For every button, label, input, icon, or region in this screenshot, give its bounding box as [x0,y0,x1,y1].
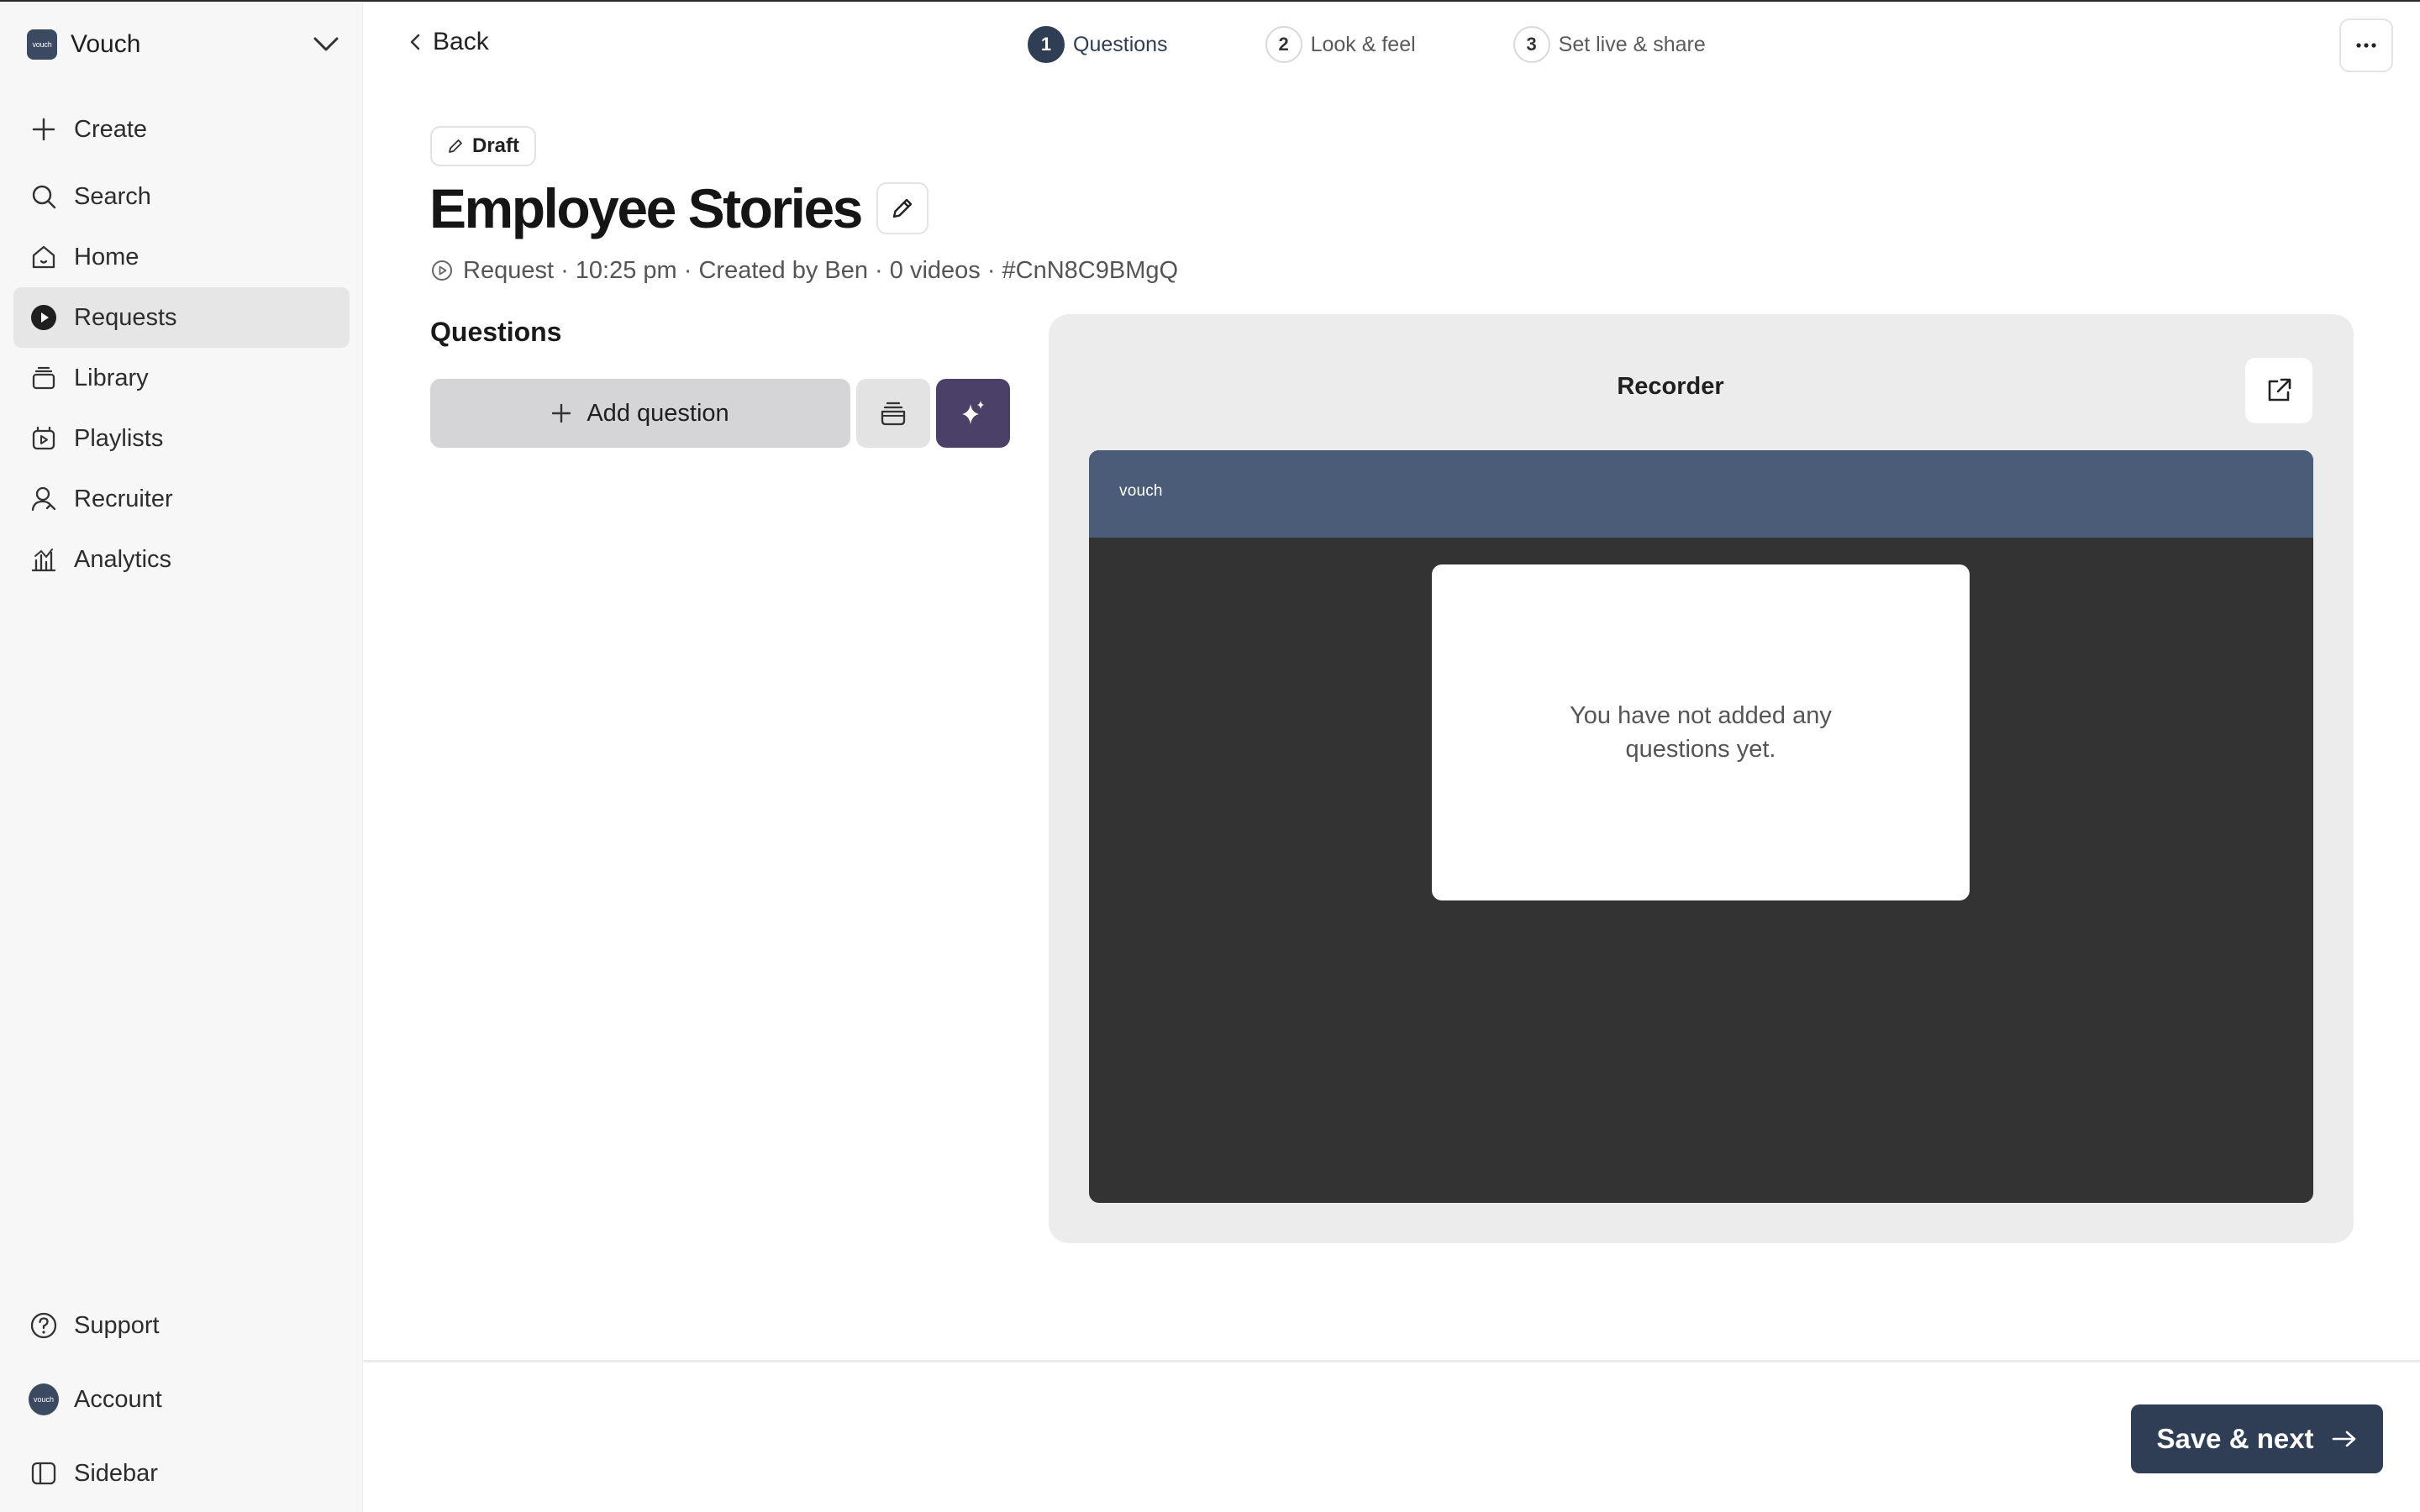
preview-title: Recorder [1617,373,1724,400]
title-row: Employee Stories [429,175,929,242]
sidebar-nav: Create Search Home Requests Library Play… [13,99,350,590]
sidebar-item-label: Playlists [74,424,164,452]
status-badge: Draft [430,126,537,166]
open-preview-button[interactable] [2245,358,2312,423]
status-badge-label: Draft [472,134,520,157]
recorder-brand-logo: vouch [1119,482,1163,500]
request-meta-text: Request · 10:25 pm · Created by Ben · 0 … [463,256,1179,284]
play-circle-icon [432,260,452,281]
sidebar-item-create[interactable]: Create [13,99,350,160]
back-label: Back [433,28,489,55]
recorder-preview-panel: Recorder vouch You have not added any qu… [1049,314,2354,1243]
pencil-icon [892,198,913,218]
empty-questions-card: You have not added any questions yet. [1432,564,1970,900]
step-number: 1 [1028,26,1065,63]
plus-icon [29,114,59,144]
workspace-logo: vouch [27,29,57,60]
sidebar-item-support[interactable]: Support [13,1292,350,1359]
sidebar-item-search[interactable]: Search [13,166,350,227]
workspace-name: Vouch [71,30,141,58]
save-next-button[interactable]: Save & next [2131,1404,2383,1473]
main-content: Back 1 Questions 2 Look & feel 3 Set liv… [364,2,2420,1512]
play-circle-icon [29,302,59,333]
edit-title-button[interactable] [876,182,929,234]
step-label: Look & feel [1310,32,1416,56]
sidebar-item-analytics[interactable]: Analytics [13,529,350,590]
ai-generate-button[interactable] [936,379,1010,448]
add-question-button[interactable]: Add question [430,379,850,448]
sidebar-item-label: Search [74,182,151,210]
request-meta: Request · 10:25 pm · Created by Ben · 0 … [431,252,1178,289]
page-title: Employee Stories [429,177,863,239]
chevron-left-icon [410,34,420,50]
sidebar-item-label: Support [74,1311,160,1339]
sidebar-item-requests[interactable]: Requests [13,287,350,348]
more-options-button[interactable] [2339,18,2393,72]
pencil-icon [449,139,462,153]
sidebar-item-toggle[interactable]: Sidebar [13,1440,350,1507]
account-avatar: vouch [29,1383,59,1415]
recorder-header: vouch [1089,450,2313,538]
sidebar-footer: Support vouch Account Sidebar [13,1292,350,1512]
add-question-label: Add question [587,399,729,427]
sidebar-item-label: Account [74,1385,162,1413]
sidebar-item-home[interactable]: Home [13,227,350,287]
sidebar-item-account[interactable]: vouch Account [13,1366,350,1433]
sidebar-item-label: Home [74,243,139,270]
progress-stepper: 1 Questions 2 Look & feel 3 Set live & s… [1028,25,1706,64]
home-icon [29,242,59,272]
footer-divider [364,1360,2420,1362]
sidebar-item-label: Analytics [74,545,172,573]
user-icon [29,484,59,514]
sidebar-item-recruiter[interactable]: Recruiter [13,469,350,529]
step-questions[interactable]: 1 Questions [1028,26,1168,63]
save-next-label: Save & next [2156,1423,2314,1454]
questions-heading: Questions [430,317,562,347]
help-circle-icon [29,1310,59,1341]
sidebar-item-label: Create [74,115,148,143]
step-set-live-share[interactable]: 3 Set live & share [1512,26,1706,63]
recorder-frame: vouch You have not added any questions y… [1089,450,2313,1203]
step-label: Questions [1073,32,1168,56]
arrow-right-icon [2332,1431,2355,1447]
sidebar: vouch Vouch Create Search Home Requests … [0,2,363,1512]
sidebar-toggle-icon [29,1458,59,1488]
analytics-icon [29,544,59,575]
step-look-and-feel[interactable]: 2 Look & feel [1265,26,1416,63]
more-horizontal-icon [2356,43,2376,48]
sidebar-item-label: Sidebar [74,1459,158,1487]
sidebar-item-library[interactable]: Library [13,348,350,408]
library-icon [29,363,59,393]
step-label: Set live & share [1558,32,1706,56]
sidebar-item-label: Recruiter [74,485,173,512]
sidebar-item-label: Library [74,364,149,391]
back-button[interactable]: Back [409,24,489,60]
chevron-down-icon [313,31,339,58]
sparkles-icon [962,401,984,424]
library-icon [881,402,906,426]
external-link-icon [2268,378,2291,402]
empty-state-message: You have not added any questions yet. [1570,702,1832,763]
step-number: 2 [1265,26,1302,63]
question-bank-button[interactable] [856,379,930,448]
plus-icon [552,403,571,423]
step-number: 3 [1512,26,1550,63]
playlist-icon [29,423,59,454]
app-root: vouch Vouch Create Search Home Requests … [0,0,2420,1512]
sidebar-item-playlists[interactable]: Playlists [13,408,350,469]
sidebar-item-label: Requests [74,303,177,331]
workspace-switcher[interactable]: vouch Vouch [27,27,339,62]
search-icon [29,181,59,212]
avatar: vouch [29,1383,59,1415]
